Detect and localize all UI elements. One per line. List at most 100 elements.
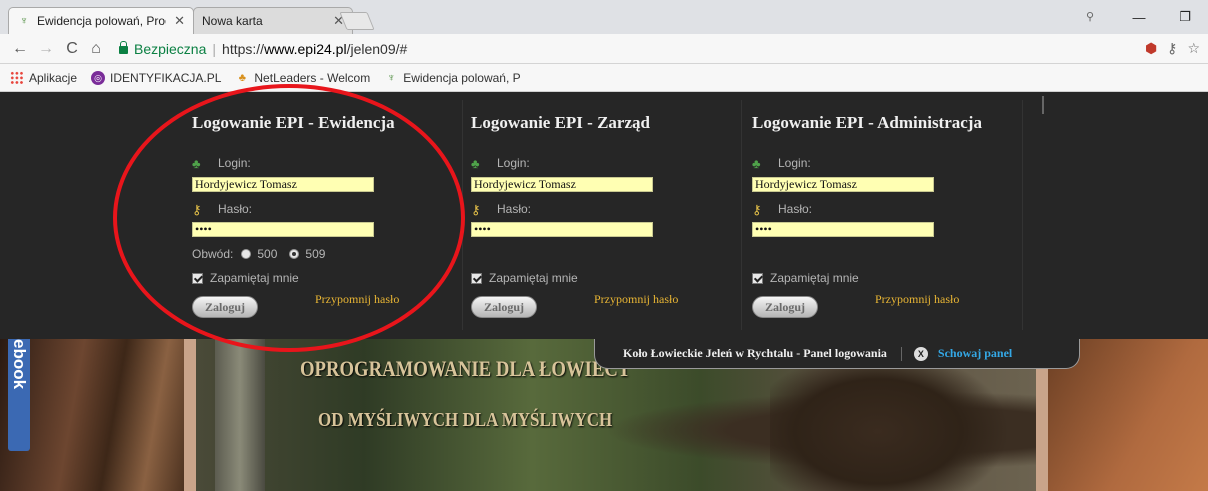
url-path: /jelen09/# — [346, 41, 408, 57]
facebook-tab[interactable]: ebook — [8, 339, 30, 451]
remember-me-checkbox[interactable] — [471, 272, 482, 284]
bookmark-label: Ewidencja polowań, P — [403, 70, 521, 85]
url-separator: | — [212, 41, 217, 57]
login-button[interactable]: Zaloguj — [192, 296, 258, 318]
login-label: ♣ Login: — [192, 156, 251, 171]
district-option-500: 500 — [257, 247, 278, 261]
login-button[interactable]: Zaloguj — [752, 296, 818, 318]
login-label: ♣ Login: — [471, 156, 530, 171]
login-input[interactable]: Hordyjewicz Tomasz — [192, 177, 374, 192]
column-title: Logowanie EPI - Administracja — [752, 113, 982, 132]
login-panel: Logowanie EPI - Ewidencja ♣ Login: Hordy… — [0, 92, 1208, 339]
panel-divider — [1042, 96, 1044, 114]
login-label: ♣ Login: — [752, 156, 811, 171]
tab-title: Nowa karta — [202, 14, 263, 28]
password-input[interactable]: •••• — [471, 222, 653, 237]
new-tab-button[interactable] — [339, 12, 375, 30]
login-input[interactable]: Hordyjewicz Tomasz — [471, 177, 653, 192]
remember-me-checkbox[interactable] — [192, 272, 203, 284]
back-button[interactable]: ← — [10, 40, 30, 58]
remember-me-row: Zapamiętaj mnie — [192, 271, 299, 285]
moose-image — [770, 349, 1010, 491]
login-label-text: Login: — [778, 156, 811, 170]
address-bar[interactable]: Bezpieczna | https://www.epi24.pl/jelen0… — [112, 38, 1208, 60]
district-label: Obwód: — [192, 247, 234, 261]
url-host: www.epi24.pl — [264, 41, 347, 57]
bookmark-ewidencja[interactable]: ♆ Ewidencja polowań, P — [384, 70, 521, 85]
bookmark-apps[interactable]: Aplikacje — [10, 70, 78, 85]
reload-button[interactable]: C — [62, 40, 82, 58]
tab-strip: ♆ Ewidencja polowań, Prog ✕ Nowa karta ✕… — [0, 0, 1208, 34]
star-icon[interactable]: ☆ — [1187, 40, 1200, 57]
url-scheme: https:// — [222, 41, 265, 57]
district-radio-509[interactable] — [289, 249, 300, 259]
users-icon: ♣ — [752, 156, 761, 171]
panel-toggle-bar: Koło Łowieckie Jeleń w Rychtalu - Panel … — [594, 339, 1080, 369]
password-label: ⚷ Hasło: — [471, 202, 532, 217]
login-button[interactable]: Zaloguj — [471, 296, 537, 318]
district-radio-500[interactable] — [241, 249, 252, 259]
password-input[interactable]: •••• — [752, 222, 934, 237]
column-title: Logowanie EPI - Zarząd — [471, 113, 650, 132]
panel-title: Koło Łowieckie Jeleń w Rychtalu - Panel … — [623, 346, 887, 360]
lock-icon — [119, 41, 128, 54]
remember-me-row: Zapamiętaj mnie — [752, 271, 859, 285]
column-title: Logowanie EPI - Ewidencja — [192, 113, 395, 132]
password-label: ⚷ Hasło: — [752, 202, 813, 217]
bookmark-label: Aplikacje — [29, 70, 78, 85]
bookmarks-bar: Aplikacje ◎ IDENTYFIKACJA.PL ♣ NetLeader… — [0, 64, 1208, 92]
tab-title: Ewidencja polowań, Prog — [37, 14, 167, 28]
close-icon[interactable]: X — [913, 346, 928, 361]
login-column-administracja: Logowanie EPI - Administracja ♣ Login: H… — [740, 100, 1023, 330]
district-selector: Obwód: 500 509 — [192, 247, 325, 261]
remember-me-label: Zapamiętaj mnie — [770, 271, 859, 285]
browser-tab-active[interactable]: ♆ Ewidencja polowań, Prog ✕ — [8, 7, 194, 34]
bookmark-label: NetLeaders - Welcom — [254, 70, 371, 85]
home-button[interactable]: ⌂ — [86, 40, 106, 58]
extension-icon[interactable]: ⬢ — [1145, 40, 1157, 57]
bookmark-netleaders[interactable]: ♣ NetLeaders - Welcom — [235, 71, 370, 85]
key-icon: ⚷ — [471, 202, 481, 217]
panel-bar-separator — [900, 346, 902, 361]
antler-icon: ♆ — [19, 15, 29, 27]
bookmark-label: IDENTYFIKACJA.PL — [110, 70, 222, 85]
password-label-text: Hasło: — [497, 202, 532, 216]
login-input[interactable]: Hordyjewicz Tomasz — [752, 177, 934, 192]
password-input[interactable]: •••• — [192, 222, 374, 237]
remember-me-checkbox[interactable] — [752, 272, 763, 284]
key-icon[interactable]: ⚷ — [1167, 40, 1177, 57]
login-label-text: Login: — [497, 156, 530, 170]
password-label-text: Hasło: — [218, 202, 253, 216]
browser-tab-inactive[interactable]: Nowa karta ✕ — [193, 7, 353, 34]
hero-frame-left — [184, 339, 196, 491]
hero-headline: OPROGRAMOWANIE DLA ŁOWIECT — [300, 356, 631, 381]
login-column-zarzad: Logowanie EPI - Zarząd ♣ Login: Hordyjew… — [459, 100, 742, 330]
password-label: ⚷ Hasło: — [192, 202, 253, 217]
secure-label: Bezpieczna — [134, 41, 207, 57]
bookmark-identyfikacja[interactable]: ◎ IDENTYFIKACJA.PL — [91, 70, 222, 85]
minimize-button[interactable]: — — [1116, 10, 1162, 25]
hero-subheadline: OD MYŚLIWYCH DLA MYŚLIWYCH — [318, 409, 613, 431]
apps-icon — [10, 70, 24, 85]
restore-button[interactable]: ❐ — [1162, 9, 1208, 25]
tree-trunk — [215, 339, 265, 491]
browser-toolbar: ← → C ⌂ Bezpieczna | https://www.epi24.p… — [0, 34, 1208, 64]
users-icon: ♣ — [471, 156, 480, 171]
remind-password-link[interactable]: Przypomnij hasło — [594, 292, 678, 307]
toolbar-right-icons: ⬢ ⚷ ☆ — [1145, 40, 1200, 57]
profile-icon[interactable]: ⚲ — [1086, 10, 1094, 23]
password-label-text: Hasło: — [778, 202, 813, 216]
remember-me-label: Zapamiętaj mnie — [489, 271, 578, 285]
netleaders-icon: ♣ — [238, 71, 246, 84]
login-column-ewidencja: Logowanie EPI - Ewidencja ♣ Login: Hordy… — [180, 100, 463, 330]
key-icon: ⚷ — [752, 202, 762, 217]
id-icon: ◎ — [91, 70, 106, 85]
login-label-text: Login: — [218, 156, 251, 170]
key-icon: ⚷ — [192, 202, 202, 217]
antler-icon: ♆ — [387, 71, 396, 84]
remind-password-link[interactable]: Przypomnij hasło — [315, 292, 399, 307]
close-icon[interactable]: ✕ — [174, 13, 185, 29]
hide-panel-link[interactable]: Schowaj panel — [938, 346, 1012, 361]
remind-password-link[interactable]: Przypomnij hasło — [875, 292, 959, 307]
forward-button[interactable]: → — [36, 40, 56, 58]
